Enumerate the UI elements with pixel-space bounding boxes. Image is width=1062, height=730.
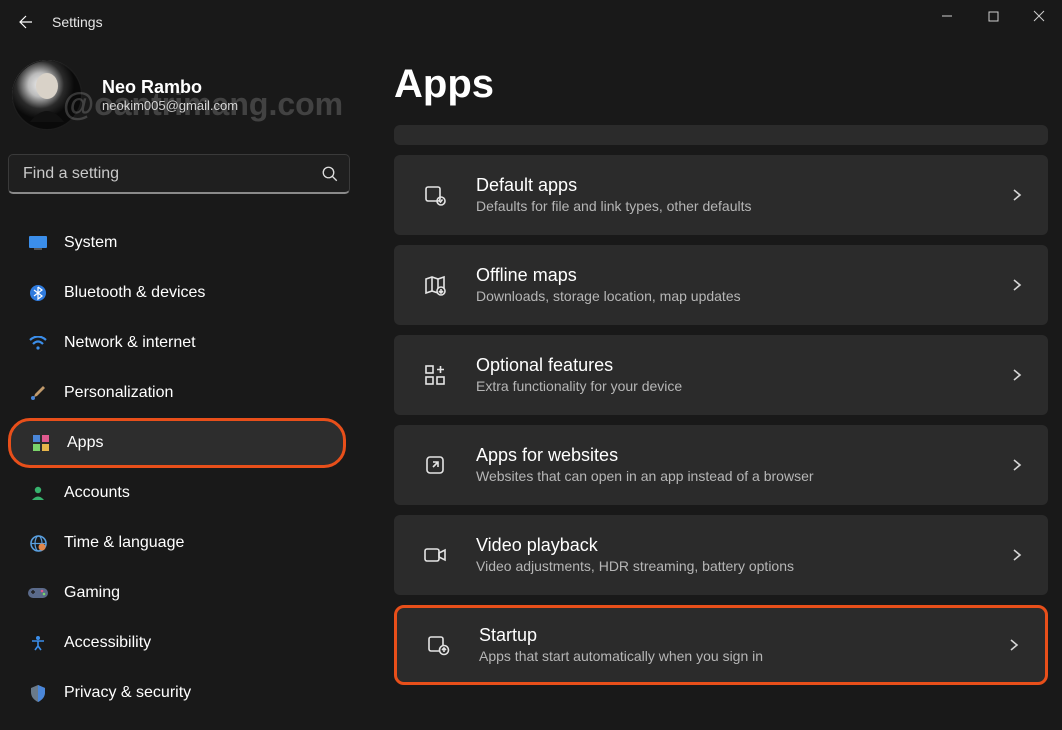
maximize-icon: [988, 11, 999, 22]
chevron-right-icon: [1010, 458, 1024, 472]
person-icon: [24, 485, 52, 501]
globe-icon: [24, 535, 52, 552]
sidebar-item-privacy[interactable]: Privacy & security: [8, 668, 342, 718]
page-title: Apps: [394, 62, 1048, 107]
card-offline-maps[interactable]: Offline maps Downloads, storage location…: [394, 245, 1048, 325]
card-default-apps[interactable]: Default apps Defaults for file and link …: [394, 155, 1048, 235]
default-apps-icon: [418, 183, 452, 207]
search-field[interactable]: [8, 154, 350, 194]
card-apps-websites[interactable]: Apps for websites Websites that can open…: [394, 425, 1048, 505]
profile-name: Neo Rambo: [102, 77, 238, 98]
back-button[interactable]: [8, 4, 44, 40]
sidebar-item-label: Bluetooth & devices: [64, 284, 205, 302]
chevron-right-icon: [1010, 368, 1024, 382]
search-icon: [321, 165, 339, 183]
avatar-photo: [12, 60, 82, 130]
brush-icon: [24, 385, 52, 401]
card-subtitle: Websites that can open in an app instead…: [476, 467, 1010, 487]
startup-icon: [421, 634, 455, 656]
sidebar-item-label: Gaming: [64, 584, 120, 602]
avatar: [12, 60, 82, 130]
chevron-right-icon: [1010, 278, 1024, 292]
profile-block[interactable]: Neo Rambo neokim005@gmail.com @oantriman…: [8, 44, 360, 154]
card-title: Apps for websites: [476, 444, 1010, 467]
sidebar-item-system[interactable]: System: [8, 218, 342, 268]
minimize-button[interactable]: [924, 0, 970, 32]
profile-email: neokim005@gmail.com: [102, 98, 238, 113]
shield-icon: [24, 685, 52, 702]
sidebar-item-label: Accessibility: [64, 634, 151, 652]
close-button[interactable]: [1016, 0, 1062, 32]
card-startup[interactable]: Startup Apps that start automatically wh…: [394, 605, 1048, 685]
sidebar-item-accessibility[interactable]: Accessibility: [8, 618, 342, 668]
maximize-button[interactable]: [970, 0, 1016, 32]
card-title: Video playback: [476, 534, 1010, 557]
window-controls: [924, 0, 1062, 32]
arrow-left-icon: [17, 13, 35, 31]
sidebar-item-label: Network & internet: [64, 334, 196, 352]
map-icon: [418, 273, 452, 297]
sidebar: Neo Rambo neokim005@gmail.com @oantriman…: [0, 44, 360, 730]
window-title: Settings: [52, 14, 103, 30]
card-cutoff[interactable]: [394, 125, 1048, 145]
sidebar-item-label: Personalization: [64, 384, 173, 402]
video-icon: [418, 545, 452, 565]
minimize-icon: [941, 10, 953, 22]
sidebar-item-label: Accounts: [64, 484, 130, 502]
bluetooth-icon: [24, 285, 52, 301]
wifi-icon: [24, 336, 52, 350]
card-title: Default apps: [476, 174, 1010, 197]
card-subtitle: Downloads, storage location, map updates: [476, 287, 1010, 307]
card-title: Offline maps: [476, 264, 1010, 287]
monitor-icon: [24, 236, 52, 250]
search-input[interactable]: [23, 165, 321, 183]
sidebar-item-time-language[interactable]: Time & language: [8, 518, 342, 568]
card-title: Startup: [479, 624, 1007, 647]
nav-list: System Bluetooth & devices Network & int…: [8, 206, 360, 718]
chevron-right-icon: [1007, 638, 1021, 652]
card-title: Optional features: [476, 354, 1010, 377]
sidebar-item-label: Apps: [67, 434, 103, 452]
card-subtitle: Apps that start automatically when you s…: [479, 647, 1007, 667]
card-subtitle: Defaults for file and link types, other …: [476, 197, 1010, 217]
main-content: Apps Default apps Defaults for file and …: [360, 44, 1062, 730]
accessibility-icon: [24, 635, 52, 651]
card-subtitle: Video adjustments, HDR streaming, batter…: [476, 557, 1010, 577]
sidebar-item-gaming[interactable]: Gaming: [8, 568, 342, 618]
sidebar-item-accounts[interactable]: Accounts: [8, 468, 342, 518]
card-optional-features[interactable]: Optional features Extra functionality fo…: [394, 335, 1048, 415]
sidebar-item-label: Privacy & security: [64, 684, 191, 702]
app-launch-icon: [418, 454, 452, 476]
chevron-right-icon: [1010, 188, 1024, 202]
sidebar-item-label: Time & language: [64, 534, 184, 552]
titlebar: Settings: [0, 0, 1062, 44]
gamepad-icon: [24, 586, 52, 600]
chevron-right-icon: [1010, 548, 1024, 562]
sidebar-item-personalization[interactable]: Personalization: [8, 368, 342, 418]
sidebar-item-bluetooth[interactable]: Bluetooth & devices: [8, 268, 342, 318]
card-subtitle: Extra functionality for your device: [476, 377, 1010, 397]
card-video-playback[interactable]: Video playback Video adjustments, HDR st…: [394, 515, 1048, 595]
close-icon: [1033, 10, 1045, 22]
sidebar-item-label: System: [64, 234, 117, 252]
grid-plus-icon: [418, 364, 452, 386]
sidebar-item-apps[interactable]: Apps: [8, 418, 346, 468]
apps-icon: [27, 435, 55, 451]
sidebar-item-network[interactable]: Network & internet: [8, 318, 342, 368]
